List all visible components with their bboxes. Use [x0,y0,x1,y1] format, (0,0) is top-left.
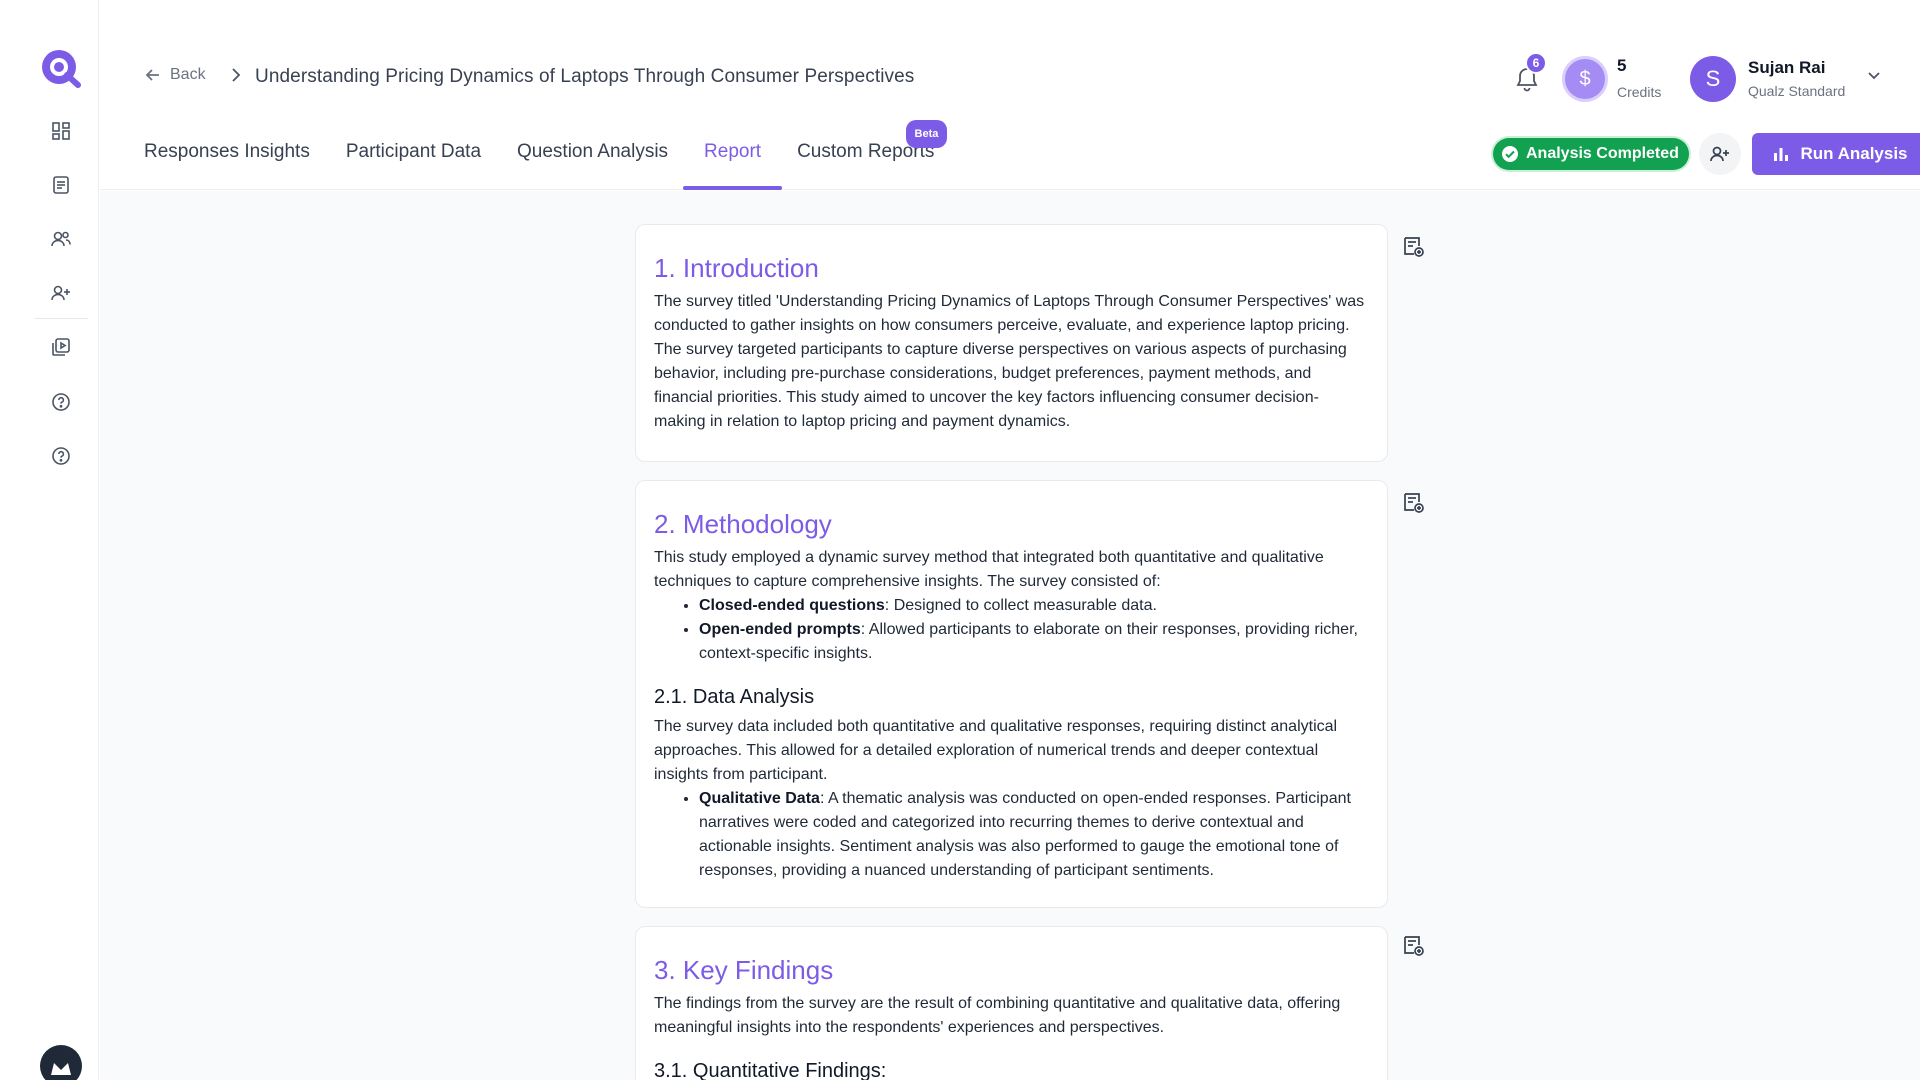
data-analysis-list: Qualitative Data: A thematic analysis wa… [699,787,1369,883]
dollar-icon: $ [1562,56,1608,102]
tab-report[interactable]: Report [683,140,783,190]
credits-value: 5 [1617,56,1627,75]
list-item: Closed-ended questions: Designed to coll… [699,594,1369,618]
beta-badge: Beta [905,120,948,148]
qualz-logo[interactable] [40,48,82,88]
tab-bar: Responses Insights Participant Data Ques… [144,120,948,190]
arrow-left-icon [145,69,159,81]
run-analysis-label: Run Analysis [1800,144,1908,163]
bar-chart-icon [1774,148,1789,161]
section-heading: 2. Methodology [654,509,832,539]
workspace-avatar[interactable] [40,1045,82,1080]
page-title: Understanding Pricing Dynamics of Laptop… [255,66,915,87]
sub-heading: 3.1. Quantitative Findings: [654,1060,887,1080]
invite-user-button[interactable] [1699,133,1741,175]
tab-question-analysis[interactable]: Question Analysis [517,140,668,190]
chevron-right-icon [228,66,244,89]
section-introduction: 1. Introduction The survey titled 'Under… [635,224,1388,462]
support-icon[interactable] [48,443,74,469]
check-circle-icon [1502,146,1518,162]
dashboard-icon[interactable] [48,118,74,144]
methodology-list: Closed-ended questions: Designed to coll… [699,594,1369,666]
add-user-icon[interactable] [48,280,74,306]
section-heading: 3. Key Findings [654,955,834,985]
back-label: Back [170,66,206,83]
credits-label: Credits [1617,84,1662,100]
user-avatar[interactable]: S [1690,56,1736,102]
section-body: This study employed a dynamic survey met… [654,549,1324,590]
sub-heading: 2.1. Data Analysis [654,686,815,708]
add-user-icon [1710,146,1729,162]
user-plan: Qualz Standard [1748,83,1846,99]
media-library-icon[interactable] [48,334,74,360]
section-body: The findings from the survey are the res… [654,995,1341,1036]
user-name: Sujan Rai [1748,58,1826,77]
note-add-icon[interactable] [1401,490,1425,514]
report-content: 1. Introduction The survey titled 'Under… [100,191,1920,1080]
note-add-icon[interactable] [1401,234,1425,258]
back-link[interactable]: Back [144,66,206,84]
note-add-icon[interactable] [1401,933,1425,957]
chevron-down-icon[interactable] [1865,66,1883,84]
tab-custom-reports[interactable]: Custom Reports Beta [797,120,948,190]
analysis-status-text: Analysis Completed [1526,145,1679,162]
section-heading: 1. Introduction [654,253,819,283]
section-key-findings: 3. Key Findings The findings from the su… [635,926,1388,1080]
users-icon[interactable] [48,226,74,252]
section-methodology: 2. Methodology This study employed a dyn… [635,480,1388,908]
sub-body: The survey data included both quantitati… [654,718,1338,783]
top-header: Back Understanding Pricing Dynamics of L… [100,0,1920,190]
help-icon[interactable] [48,389,74,415]
notification-badge: 6 [1525,52,1547,74]
sidebar [0,0,99,1080]
document-icon[interactable] [48,172,74,198]
list-item: Qualitative Data: A thematic analysis wa… [699,787,1369,883]
analysis-status-badge: Analysis Completed [1493,138,1689,170]
list-item: Open-ended prompts: Allowed participants… [699,618,1369,666]
sidebar-divider [35,318,88,319]
tab-responses-insights[interactable]: Responses Insights [144,140,310,190]
tab-participant-data[interactable]: Participant Data [346,140,481,190]
section-body: The survey titled 'Understanding Pricing… [654,293,1365,430]
run-analysis-button[interactable]: Run Analysis [1752,133,1920,175]
